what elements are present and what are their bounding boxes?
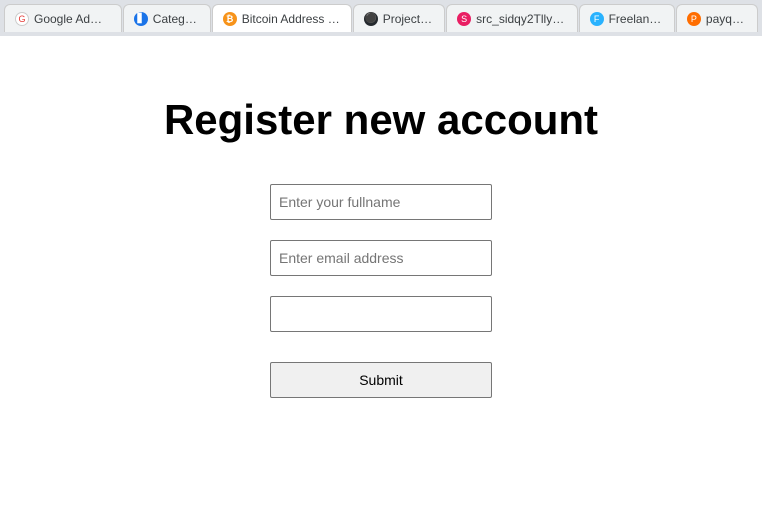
tab-payq-label: payqu... xyxy=(706,12,747,26)
main-content: Register new account Submit xyxy=(0,36,762,530)
tab-admob[interactable]: G Google AdMob xyxy=(4,4,122,32)
src-icon: S xyxy=(457,12,471,26)
submit-button[interactable]: Submit xyxy=(270,362,492,398)
tab-freelancer-label: Freelancer xyxy=(609,12,664,26)
freelancer-icon: F xyxy=(590,12,604,26)
tab-category[interactable]: ▋ Category xyxy=(123,4,211,32)
tab-category-label: Category xyxy=(153,12,200,26)
tab-github[interactable]: ⚫ Projects 1 xyxy=(353,4,445,32)
tab-src[interactable]: S src_sidqy2TllyGX xyxy=(446,4,577,32)
password-input[interactable] xyxy=(270,296,492,332)
admob-icon: G xyxy=(15,12,29,26)
payq-icon: P xyxy=(687,12,701,26)
github-icon: ⚫ xyxy=(364,12,378,26)
bitcoin-icon: ₿ xyxy=(223,12,237,26)
category-icon: ▋ xyxy=(134,12,148,26)
tab-github-label: Projects 1 xyxy=(383,12,434,26)
tab-admob-label: Google AdMob xyxy=(34,12,111,26)
email-input[interactable] xyxy=(270,240,492,276)
tab-freelancer[interactable]: F Freelancer xyxy=(579,4,675,32)
registration-form: Submit xyxy=(270,184,492,398)
tab-src-label: src_sidqy2TllyGX xyxy=(476,12,566,26)
tab-bitcoin[interactable]: ₿ Bitcoin Address 1... xyxy=(212,4,352,32)
tab-bitcoin-label: Bitcoin Address 1... xyxy=(242,12,341,26)
page-title: Register new account xyxy=(164,96,598,144)
fullname-input[interactable] xyxy=(270,184,492,220)
tab-bar: G Google AdMob ▋ Category ₿ Bitcoin Addr… xyxy=(0,0,762,36)
tab-payq[interactable]: P payqu... xyxy=(676,4,758,32)
